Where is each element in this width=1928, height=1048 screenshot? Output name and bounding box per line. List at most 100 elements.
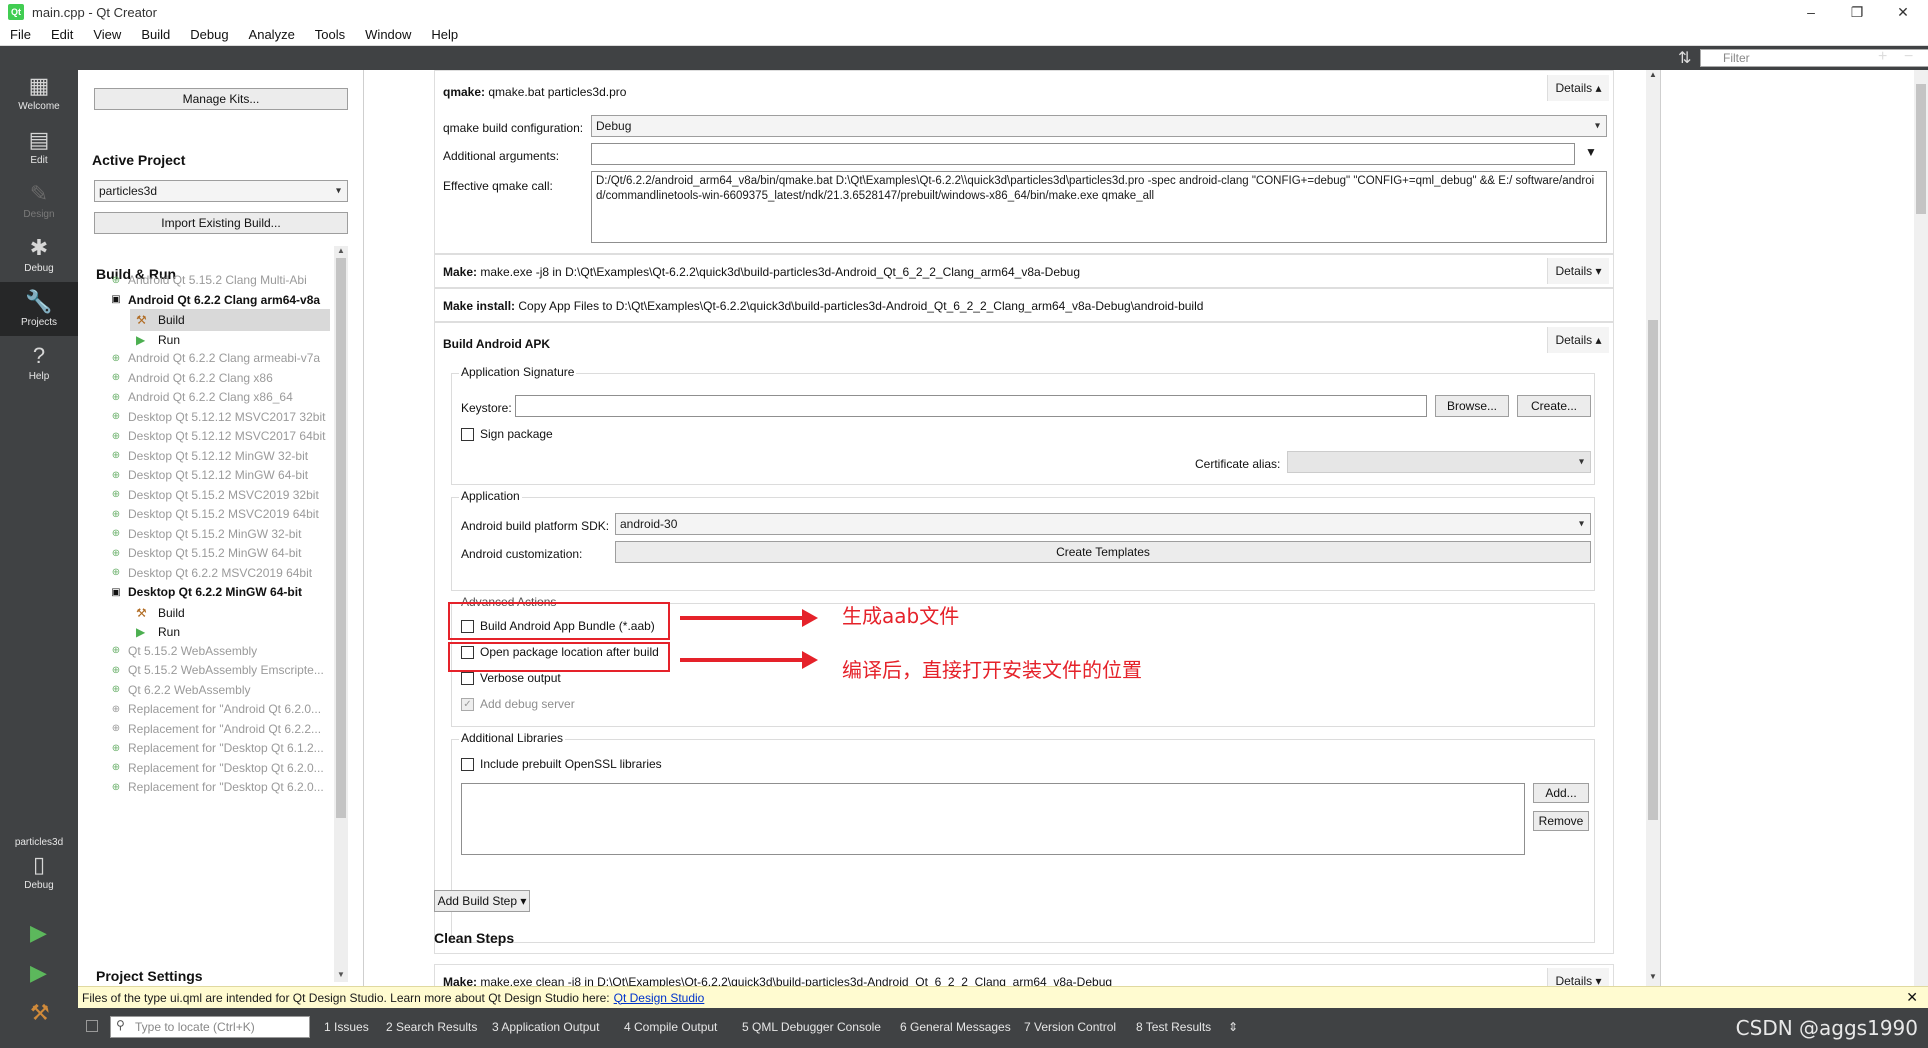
kit-item[interactable]: ⊕ Android Qt 5.15.2 Clang Multi-Abi [110, 270, 307, 290]
effective-call-text[interactable]: D:/Qt/6.2.2/android_arm64_v8a/bin/qmake.… [591, 171, 1607, 243]
libraries-list[interactable] [461, 783, 1525, 855]
filter-input[interactable]: Filter [1700, 49, 1928, 67]
pane-search-results[interactable]: 2 Search Results [386, 1020, 477, 1034]
menu-tools[interactable]: Tools [305, 27, 355, 42]
kit-item[interactable]: ⊕ Qt 6.2.2 WebAssembly [110, 680, 251, 700]
mode-edit[interactable]: ▤ Edit [0, 120, 78, 174]
pane-general-messages[interactable]: 6 General Messages [900, 1020, 1011, 1034]
mode-projects[interactable]: 🔧 Projects [0, 282, 78, 336]
cert-alias-select[interactable]: ▾ [1287, 451, 1591, 473]
add-library-button[interactable]: Add... [1533, 783, 1589, 803]
kit-item[interactable]: ⊕ Replacement for "Android Qt 6.2.0... [110, 699, 321, 719]
kit-item[interactable]: ⊕ Desktop Qt 5.12.12 MSVC2017 64bit [110, 426, 326, 446]
kit-item[interactable]: ⊕ Android Qt 6.2.2 Clang x86_64 [110, 387, 293, 407]
kit-selector[interactable]: particles3d ▯ Debug [0, 824, 78, 904]
scroll-thumb[interactable] [336, 258, 346, 818]
minimize-button[interactable]: – [1788, 0, 1834, 24]
create-keystore-button[interactable]: Create... [1517, 395, 1591, 417]
manage-kits-button[interactable]: Manage Kits... [94, 88, 348, 110]
pane-application-output[interactable]: 3 Application Output [492, 1020, 599, 1034]
kit-item[interactable]: ⊕ Desktop Qt 5.12.12 MSVC2017 32bit [110, 407, 326, 427]
pane-qml-debugger-console[interactable]: 5 QML Debugger Console [742, 1020, 881, 1034]
include-openssl-checkbox[interactable]: Include prebuilt OpenSSL libraries [461, 757, 662, 771]
kit-item[interactable]: ⊕ Qt 5.15.2 WebAssembly Emscripte... [110, 660, 324, 680]
menu-analyze[interactable]: Analyze [239, 27, 305, 42]
locator-input[interactable]: Type to locate (Ctrl+K) [110, 1016, 310, 1038]
menu-edit[interactable]: Edit [41, 27, 83, 42]
sdk-select[interactable]: android-30 ▾ [615, 513, 1591, 535]
kit-item[interactable]: ⊕ Android Qt 6.2.2 Clang x86 [110, 368, 273, 388]
kit-item[interactable]: ⊕ Desktop Qt 5.12.12 MinGW 64-bit [110, 465, 308, 485]
maximize-button[interactable]: ❐ [1834, 0, 1880, 24]
kit-item[interactable]: ⊕ Desktop Qt 5.15.2 MinGW 32-bit [110, 524, 302, 544]
menu-help[interactable]: Help [421, 27, 468, 42]
add-icon[interactable]: + [1878, 48, 1887, 66]
mode-design[interactable]: ✎ Design [0, 174, 78, 228]
menu-debug[interactable]: Debug [180, 27, 238, 42]
kit-item[interactable]: ⊕ Desktop Qt 6.2.2 MSVC2019 64bit [110, 563, 312, 583]
add-debug-server-checkbox[interactable]: ✓ Add debug server [461, 697, 575, 711]
scroll-up-icon[interactable]: ▲ [334, 246, 348, 258]
active-project-select[interactable]: particles3d ▾ [94, 180, 348, 202]
pane-version-control[interactable]: 7 Version Control [1024, 1020, 1116, 1034]
mode-help[interactable]: ? Help [0, 336, 78, 390]
qmake-build-config-select[interactable]: Debug ▾ [591, 115, 1607, 137]
remove-icon[interactable]: − [1904, 48, 1913, 66]
menu-view[interactable]: View [83, 27, 131, 42]
clean-make-details-button[interactable]: Details ▾ [1547, 968, 1609, 986]
right-scrollbar[interactable] [1914, 70, 1928, 986]
application-title: Application [459, 489, 522, 503]
kit-item[interactable]: ⊕ Desktop Qt 5.15.2 MinGW 64-bit [110, 543, 302, 563]
pane-chooser-icon[interactable]: ⇕ [1228, 1020, 1238, 1034]
browse-button[interactable]: Browse... [1435, 395, 1509, 417]
close-icon[interactable]: ✕ [1906, 989, 1918, 1006]
build-button[interactable]: ⚒ [30, 1000, 50, 1026]
qt-design-studio-link[interactable]: Qt Design Studio [614, 991, 705, 1005]
create-templates-button[interactable]: Create Templates [615, 541, 1591, 563]
kit-item[interactable]: ▣ Desktop Qt 6.2.2 MinGW 64-bit [110, 582, 302, 602]
sync-icon[interactable]: ⇅ [1678, 48, 1691, 68]
toggle-sidebar-icon[interactable] [86, 1020, 98, 1032]
kit-item[interactable]: ⊕ Desktop Qt 5.12.12 MinGW 32-bit [110, 446, 308, 466]
menu-file[interactable]: File [0, 27, 41, 42]
keystore-input[interactable] [515, 395, 1427, 417]
import-build-button[interactable]: Import Existing Build... [94, 212, 348, 234]
remove-library-button[interactable]: Remove [1533, 811, 1589, 831]
kit-item[interactable]: ⊕ Desktop Qt 5.15.2 MSVC2019 32bit [110, 485, 319, 505]
qmake-details-button[interactable]: Details ▴ [1547, 75, 1609, 101]
mode-welcome[interactable]: ▦ Welcome [0, 66, 78, 120]
left-scrollbar[interactable]: ▲ ▼ [334, 246, 348, 982]
scroll-thumb[interactable] [1648, 320, 1658, 820]
scroll-down-icon[interactable]: ▼ [1646, 972, 1660, 986]
wrench-icon: 🔧 [25, 288, 53, 314]
additional-args-input[interactable] [591, 143, 1575, 165]
close-button[interactable]: ✕ [1880, 0, 1926, 24]
kit-item[interactable]: ⊕ Replacement for "Desktop Qt 6.2.0... [110, 777, 324, 797]
pane-compile-output[interactable]: 4 Compile Output [624, 1020, 717, 1034]
chevron-down-icon[interactable]: ▼ [1585, 145, 1597, 159]
kit-item[interactable]: ⊕ Desktop Qt 5.15.2 MSVC2019 64bit [110, 504, 319, 524]
sdk-value: android-30 [620, 517, 678, 531]
kit-item[interactable]: ⊕ Replacement for "Android Qt 6.2.2... [110, 719, 321, 739]
mode-debug[interactable]: ✱ Debug [0, 228, 78, 282]
main-scrollbar[interactable]: ▲ ▼ [1646, 70, 1660, 986]
scroll-up-icon[interactable]: ▲ [1646, 70, 1660, 84]
run-button[interactable]: ▶ [30, 920, 47, 946]
debug-run-button[interactable]: ▶ [30, 960, 47, 986]
kit-item[interactable]: ⊕ Replacement for "Desktop Qt 6.1.2... [110, 738, 324, 758]
menu-window[interactable]: Window [355, 27, 421, 42]
sign-package-checkbox[interactable]: Sign package [461, 427, 553, 441]
menu-build[interactable]: Build [131, 27, 180, 42]
make-details-button[interactable]: Details ▾ [1547, 258, 1609, 284]
kit-item[interactable]: ⊕ Qt 5.15.2 WebAssembly [110, 641, 257, 661]
verbose-output-checkbox[interactable]: Verbose output [461, 671, 561, 685]
pane-issues[interactable]: 1 Issues [324, 1020, 369, 1034]
kit-item[interactable]: ⊕ Replacement for "Desktop Qt 6.2.0... [110, 758, 324, 778]
kit-item[interactable]: ⊕ Android Qt 6.2.2 Clang armeabi-v7a [110, 348, 320, 368]
pane-test-results[interactable]: 8 Test Results [1136, 1020, 1211, 1034]
build-apk-details-button[interactable]: Details ▴ [1547, 327, 1609, 353]
kit-item[interactable]: ▣ Android Qt 6.2.2 Clang arm64-v8a [110, 290, 320, 310]
scroll-thumb[interactable] [1916, 84, 1926, 214]
add-build-step-button[interactable]: Add Build Step ▾ [434, 890, 530, 912]
scroll-down-icon[interactable]: ▼ [334, 970, 348, 982]
